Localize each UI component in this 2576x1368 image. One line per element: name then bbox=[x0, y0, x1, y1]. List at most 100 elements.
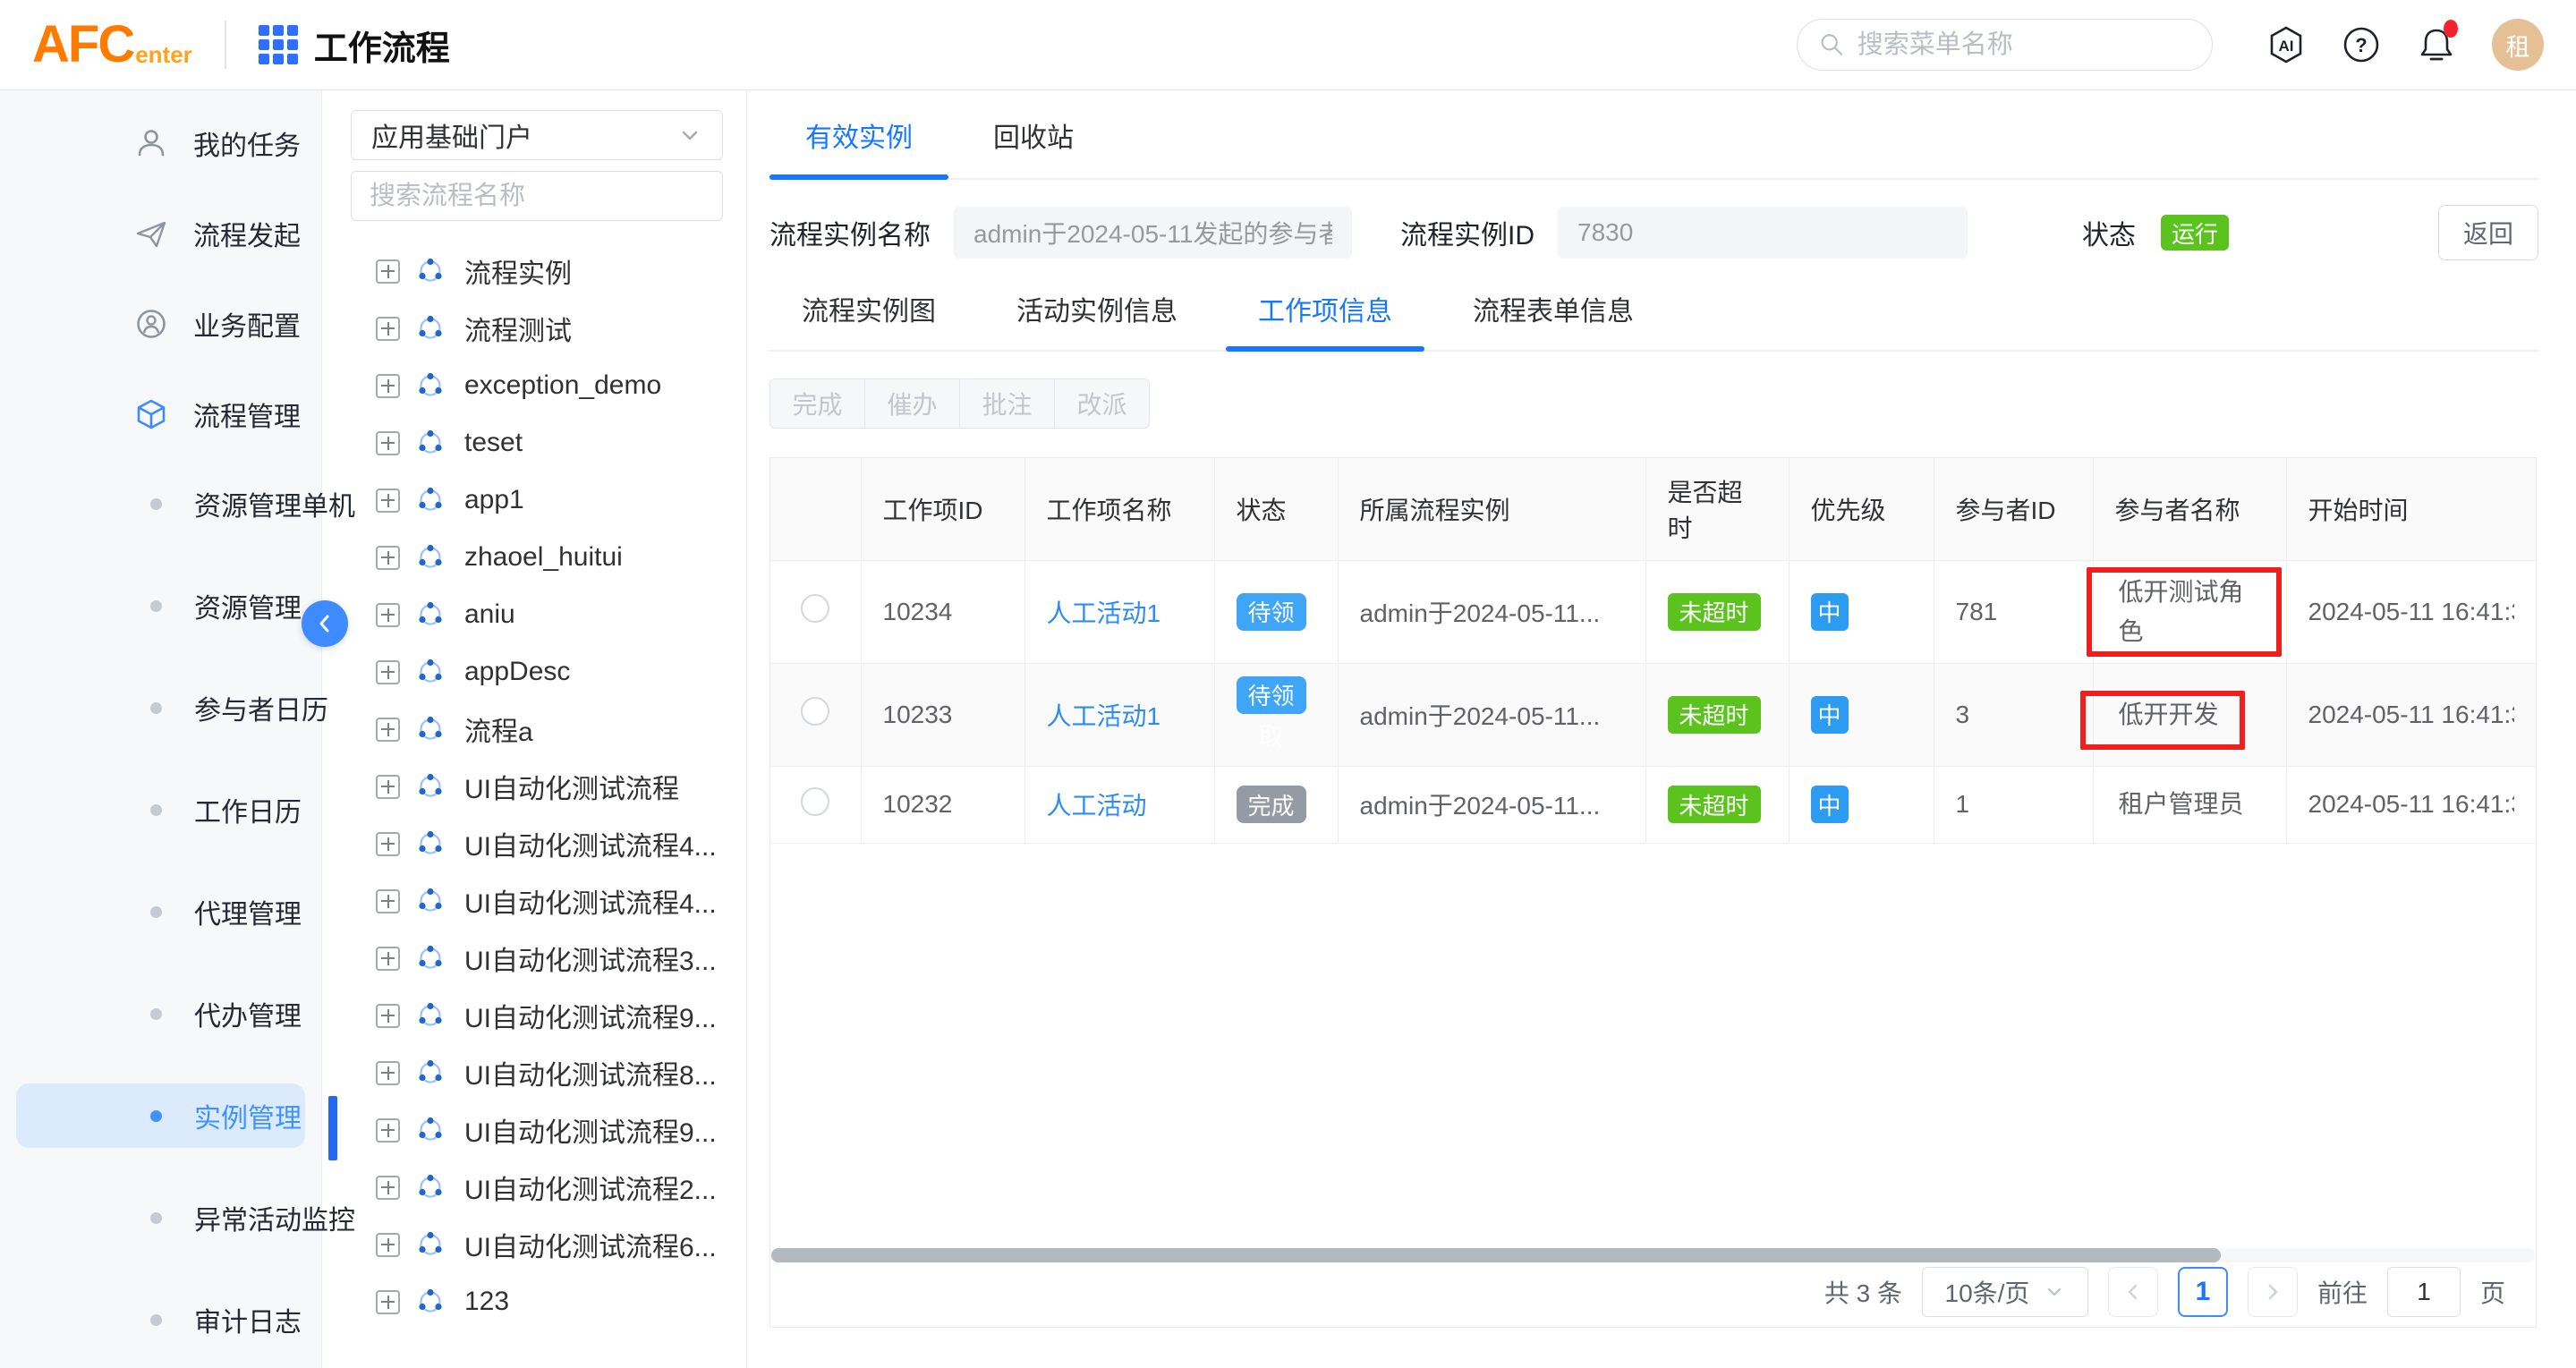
tab-recycle-bin[interactable]: 回收站 bbox=[957, 115, 1109, 178]
workitem-link[interactable]: 人工活动 bbox=[1047, 792, 1147, 820]
main-content: 有效实例 回收站 流程实例名称 流程实例ID 状态 运行 返回 流程实例图 活动… bbox=[747, 90, 2576, 1368]
process-node-icon bbox=[416, 944, 445, 973]
tree-item[interactable]: teset bbox=[322, 414, 746, 472]
tree-item[interactable]: app1 bbox=[322, 472, 746, 529]
expand-plus-icon[interactable] bbox=[376, 431, 400, 455]
process-node-icon bbox=[416, 772, 445, 801]
help-icon[interactable]: ? bbox=[2342, 25, 2381, 64]
back-button[interactable]: 返回 bbox=[2438, 205, 2538, 260]
expand-plus-icon[interactable] bbox=[376, 546, 400, 570]
expand-plus-icon[interactable] bbox=[376, 1290, 400, 1314]
user-avatar[interactable]: 租 bbox=[2492, 19, 2544, 71]
expand-plus-icon[interactable] bbox=[376, 1004, 400, 1028]
tree-item[interactable]: 流程a bbox=[322, 701, 746, 758]
workitem-link[interactable]: 人工活动1 bbox=[1047, 702, 1161, 730]
sidebar-item-todo-mgmt[interactable]: 代办管理 bbox=[0, 981, 321, 1071]
tab-workitem-info[interactable]: 工作项信息 bbox=[1226, 273, 1424, 350]
tree-item[interactable]: 流程测试 bbox=[322, 300, 746, 357]
sidebar-item-business-config[interactable]: 业务配置 bbox=[0, 278, 321, 369]
sidebar-item-resource-mgmt-single[interactable]: 资源管理单机 bbox=[0, 472, 321, 561]
annotate-button[interactable]: 批注 bbox=[959, 378, 1055, 429]
sidebar-item-participant-calendar[interactable]: 参与者日历 bbox=[0, 676, 321, 765]
expand-plus-icon[interactable] bbox=[376, 718, 400, 742]
tree-item[interactable]: UI自动化测试流程8... bbox=[322, 1044, 746, 1101]
prev-page-button[interactable] bbox=[2108, 1267, 2158, 1317]
tree-item[interactable]: exception_demo bbox=[322, 357, 746, 414]
tab-form-info[interactable]: 流程表单信息 bbox=[1441, 273, 1666, 350]
process-search-input[interactable] bbox=[370, 182, 707, 211]
process-node-icon bbox=[416, 1230, 445, 1259]
expand-plus-icon[interactable] bbox=[376, 317, 400, 341]
scrollbar-thumb[interactable] bbox=[771, 1248, 2221, 1262]
tree-item[interactable]: UI自动化测试流程6... bbox=[322, 1216, 746, 1273]
process-search-box bbox=[351, 171, 723, 221]
sidebar-item-agent-mgmt[interactable]: 代理管理 bbox=[0, 879, 321, 969]
expand-plus-icon[interactable] bbox=[376, 1176, 400, 1200]
table-row: 10234 人工活动1 待领 admin于2024-05-11... 未超时 中… bbox=[770, 560, 2536, 663]
sidebar-item-process-start[interactable]: 流程发起 bbox=[0, 188, 321, 278]
tree-item[interactable]: UI自动化测试流程4... bbox=[322, 872, 746, 930]
tree-item[interactable]: UI自动化测试流程4... bbox=[322, 815, 746, 872]
expand-plus-icon[interactable] bbox=[376, 259, 400, 284]
sidebar-item-audit-log[interactable]: 审计日志 bbox=[0, 1287, 321, 1368]
tree-item[interactable]: UI自动化测试流程9... bbox=[322, 1101, 746, 1159]
reassign-button[interactable]: 改派 bbox=[1054, 378, 1150, 429]
sidebar-item-resource-mgmt[interactable]: 资源管理 bbox=[0, 574, 321, 663]
cell-participant-id: 1 bbox=[1934, 766, 2093, 843]
workitem-link[interactable]: 人工活动1 bbox=[1047, 599, 1161, 627]
tree-item[interactable]: UI自动化测试流程3... bbox=[322, 930, 746, 987]
tree-item[interactable]: 流程实例 bbox=[322, 242, 746, 300]
col-participant-name: 参与者名称 bbox=[2093, 458, 2286, 560]
instance-name-field[interactable] bbox=[954, 207, 1352, 259]
row-radio[interactable] bbox=[801, 594, 829, 623]
expand-plus-icon[interactable] bbox=[376, 775, 400, 799]
next-page-button[interactable] bbox=[2248, 1267, 2298, 1317]
sidebar-collapse-button[interactable] bbox=[302, 600, 348, 647]
app-selector-dropdown[interactable]: 应用基础门户 bbox=[351, 110, 723, 160]
tab-valid-instances[interactable]: 有效实例 bbox=[769, 115, 948, 178]
tree-item[interactable]: 123 bbox=[322, 1273, 746, 1330]
status-badge-running: 运行 bbox=[2161, 215, 2229, 251]
tree-item[interactable]: appDesc bbox=[322, 643, 746, 701]
process-node-icon bbox=[416, 1173, 445, 1202]
expand-plus-icon[interactable] bbox=[376, 1118, 400, 1143]
tree-item[interactable]: UI自动化测试流程9... bbox=[322, 987, 746, 1044]
sidebar-subitem-label: 异常活动监控 bbox=[194, 1198, 355, 1237]
menu-search-input[interactable] bbox=[1858, 30, 2190, 60]
row-radio[interactable] bbox=[801, 787, 829, 816]
sidebar-item-instance-mgmt[interactable]: 实例管理 bbox=[0, 1083, 321, 1173]
page-size-dropdown[interactable]: 10条/页 bbox=[1922, 1267, 2088, 1317]
tree-item[interactable]: UI自动化测试流程 bbox=[322, 758, 746, 815]
sidebar-item-work-calendar[interactable]: 工作日历 bbox=[0, 777, 321, 867]
sidebar-item-my-tasks[interactable]: 我的任务 bbox=[0, 98, 321, 188]
goto-page-input[interactable] bbox=[2387, 1267, 2461, 1317]
expand-plus-icon[interactable] bbox=[376, 1061, 400, 1085]
ai-assistant-icon[interactable]: AI bbox=[2266, 25, 2306, 64]
expand-plus-icon[interactable] bbox=[376, 489, 400, 513]
expand-plus-icon[interactable] bbox=[376, 660, 400, 684]
expand-plus-icon[interactable] bbox=[376, 889, 400, 913]
expand-plus-icon[interactable] bbox=[376, 374, 400, 398]
tab-instance-diagram[interactable]: 流程实例图 bbox=[769, 273, 968, 350]
timeout-badge: 未超时 bbox=[1668, 786, 1761, 823]
tree-item[interactable]: UI自动化测试流程2... bbox=[322, 1159, 746, 1216]
instance-id-field[interactable] bbox=[1558, 207, 1968, 259]
page-number-current[interactable]: 1 bbox=[2178, 1267, 2228, 1317]
expand-plus-icon[interactable] bbox=[376, 1233, 400, 1257]
expand-plus-icon[interactable] bbox=[376, 603, 400, 627]
expand-plus-icon[interactable] bbox=[376, 947, 400, 971]
afcenter-logo[interactable]: AFC enter bbox=[32, 19, 192, 71]
tab-activity-info[interactable]: 活动实例信息 bbox=[984, 273, 1210, 350]
sidebar-item-exception-monitor[interactable]: 异常活动监控 bbox=[0, 1185, 321, 1275]
tree-item[interactable]: aniu bbox=[322, 586, 746, 643]
urge-button[interactable]: 催办 bbox=[864, 378, 960, 429]
header-divider bbox=[225, 21, 226, 69]
notifications-bell-icon[interactable] bbox=[2417, 25, 2456, 64]
bullet-dot-icon bbox=[150, 1314, 162, 1326]
sidebar-item-process-management[interactable]: 流程管理 bbox=[0, 369, 321, 459]
workitem-table-card: 工作项ID 工作项名称 状态 所属流程实例 是否超时 优先级 参与者ID 参与者… bbox=[769, 457, 2537, 1328]
tree-item[interactable]: zhaoel_huitui bbox=[322, 529, 746, 586]
expand-plus-icon[interactable] bbox=[376, 832, 400, 856]
complete-button[interactable]: 完成 bbox=[769, 378, 865, 429]
row-radio[interactable] bbox=[801, 697, 829, 726]
